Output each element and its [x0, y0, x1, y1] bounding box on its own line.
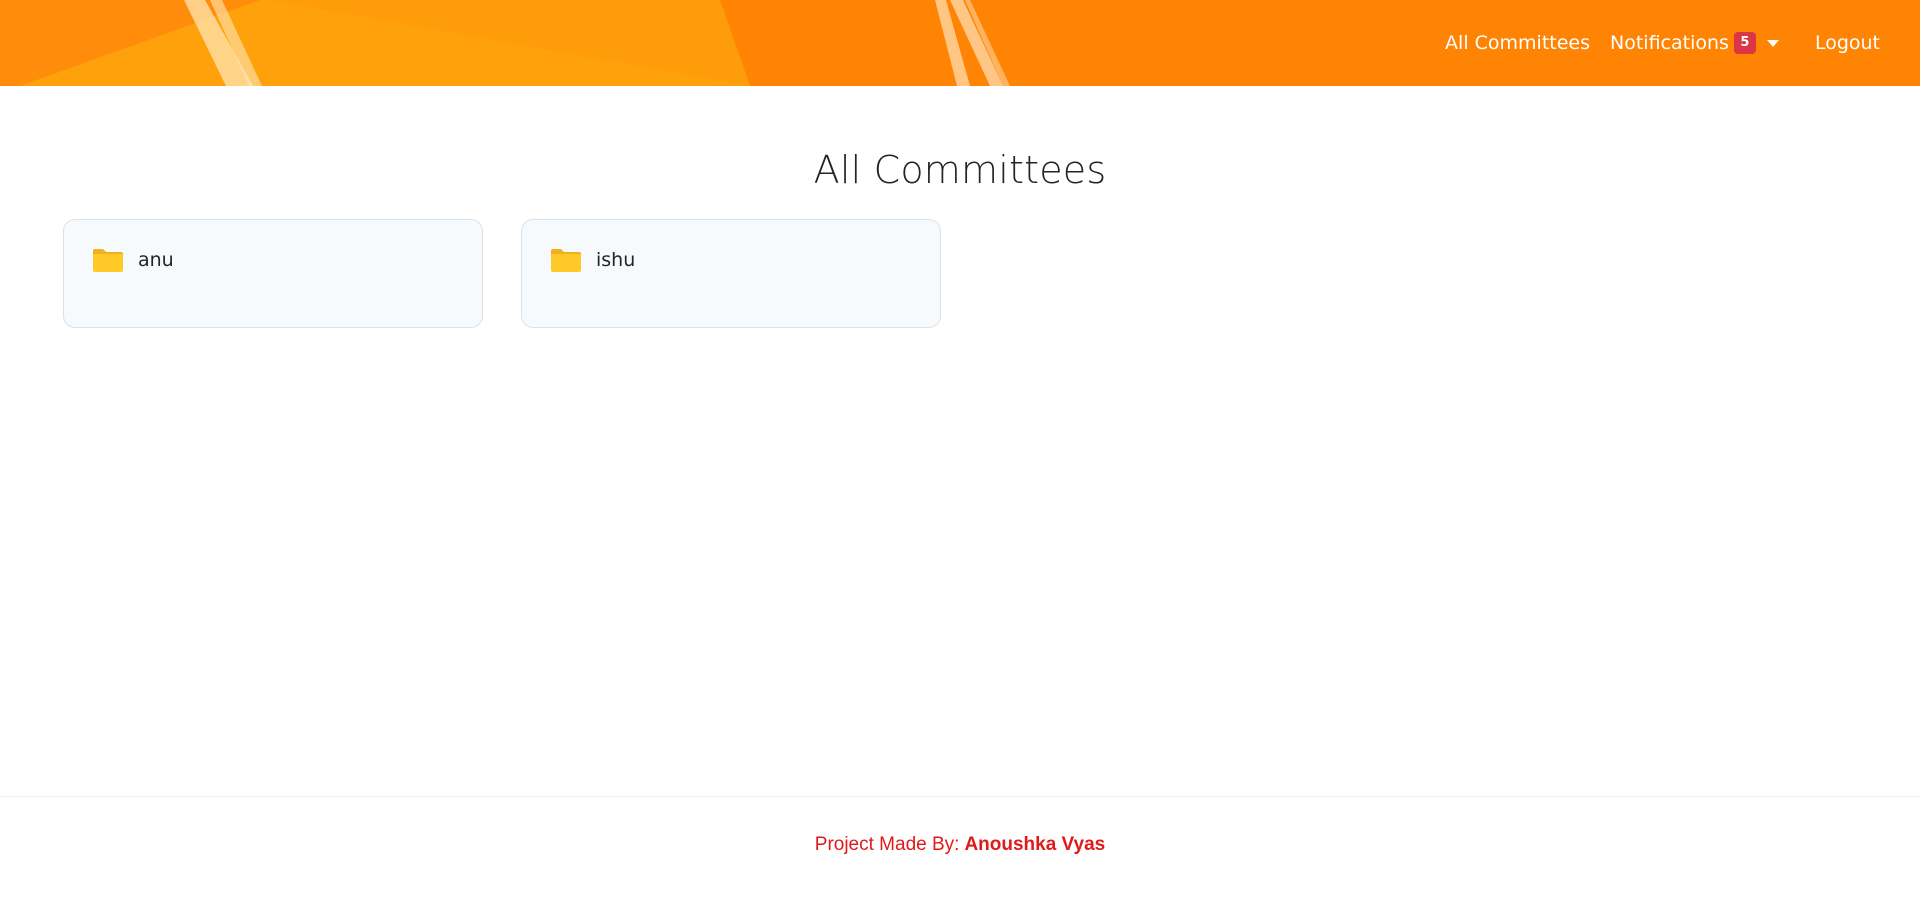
chevron-down-icon: [1766, 39, 1779, 47]
footer-author: Anoushka Vyas: [964, 834, 1106, 855]
nav-notifications-dropdown[interactable]: Notifications 5: [1610, 32, 1779, 54]
page-title: All Committees: [813, 148, 1107, 192]
committee-card-ishu[interactable]: ishu: [521, 219, 941, 328]
notifications-count-badge: 5: [1733, 32, 1756, 54]
folder-icon: [551, 249, 581, 272]
committee-name: anu: [138, 249, 174, 271]
top-header: All Committees Notifications 5 Logout: [0, 0, 1920, 86]
folder-icon: [93, 249, 123, 272]
logout-link[interactable]: Logout: [1815, 32, 1880, 54]
committee-list: anu ishu: [63, 219, 941, 328]
nav-all-committees-link[interactable]: All Committees: [1445, 32, 1590, 54]
page-footer: Project Made By: Anoushka Vyas: [0, 796, 1920, 899]
notifications-label: Notifications: [1610, 32, 1729, 54]
committee-card-anu[interactable]: anu: [63, 219, 483, 328]
committee-name: ishu: [596, 249, 636, 271]
main-nav: All Committees Notifications 5 Logout: [1445, 0, 1880, 86]
footer-prefix: Project Made By:: [814, 834, 960, 855]
